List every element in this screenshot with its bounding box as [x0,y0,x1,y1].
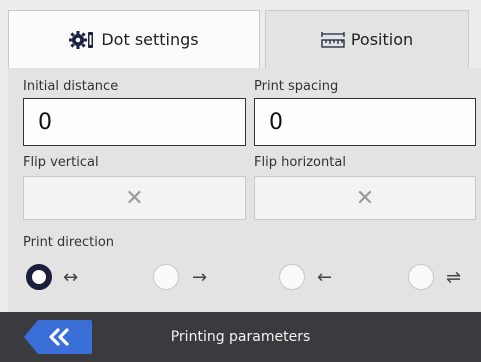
footer-title: Printing parameters [170,329,311,345]
ruler-icon [321,31,345,48]
bidirectional-arrow-icon: ↔ [63,267,79,288]
tab-bar: Dot settings Position [0,0,481,68]
initial-distance-value: 0 [38,109,52,135]
flip-vertical-label: Flip vertical [23,155,99,170]
direction-radio-bidirectional[interactable] [26,264,52,290]
flip-vertical-toggle[interactable]: ✕ [23,176,246,220]
alternating-arrows-icon: ⇌ [446,267,462,288]
close-icon: ✕ [355,185,375,211]
print-direction-label: Print direction [23,235,115,250]
flip-horizontal-label: Flip horizontal [254,155,346,170]
left-arrow-icon: ← [317,267,333,288]
print-spacing-field[interactable]: 0 [254,98,476,146]
print-spacing-label: Print spacing [254,79,339,94]
direction-radio-alternate[interactable] [408,264,434,290]
close-icon: ✕ [125,185,144,211]
initial-distance-label: Initial distance [23,79,119,94]
print-spacing-value: 0 [269,109,283,135]
tab-position[interactable]: Position [265,10,469,68]
footer-bar: Printing parameters [0,312,481,362]
flip-horizontal-toggle[interactable]: ✕ [254,176,476,220]
right-arrow-icon: → [192,267,208,288]
initial-distance-field[interactable]: 0 [23,98,246,146]
position-panel: Initial distance 0 Print spacing 0 Flip … [8,68,481,312]
tab-dot-settings-label: Dot settings [101,30,199,49]
gear-icon [69,30,95,50]
tab-position-label: Position [350,30,414,49]
tab-dot-settings[interactable]: Dot settings [8,10,260,68]
direction-radio-right[interactable] [153,264,179,290]
direction-radio-left[interactable] [279,264,305,290]
